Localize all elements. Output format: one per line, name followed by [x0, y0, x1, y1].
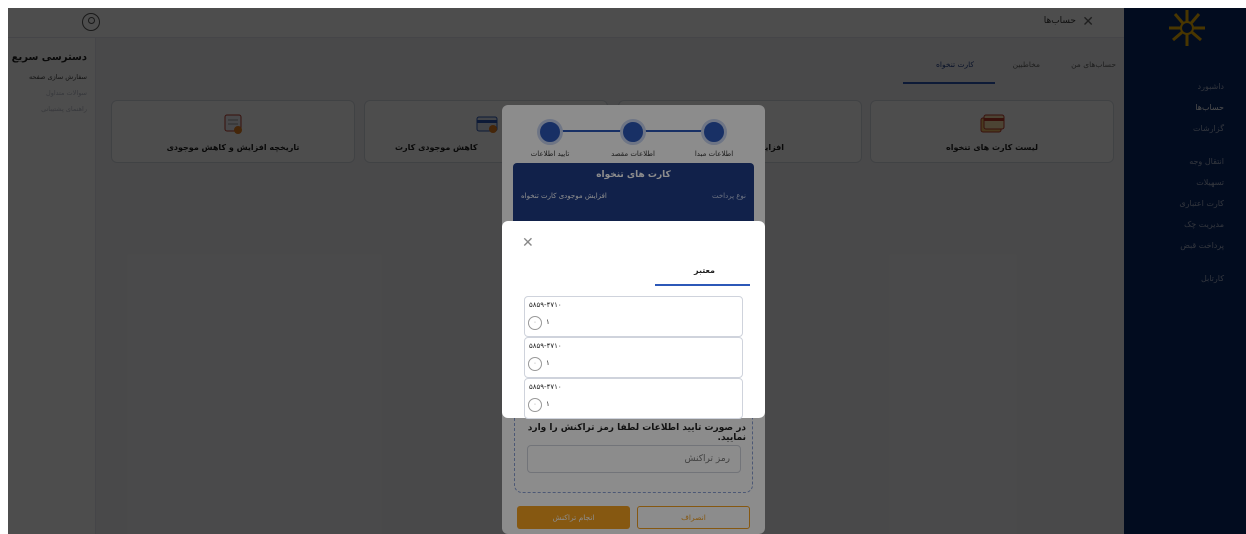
card-number: ۵۸۵۹-۴۷۱۰: [529, 301, 562, 309]
card-value: ۱: [546, 318, 550, 326]
card-select-modal: ✕ معتبر ۵۸۵۹-۴۷۱۰ ◦ ۱ ۵۸۵۹-۴۷۱۰ ◦ ۱ ۵۸۵۹…: [502, 221, 765, 419]
card-circle-icon: ◦: [528, 398, 542, 412]
card-value: ۱: [546, 400, 550, 408]
card-circle-icon: ◦: [528, 316, 542, 330]
card-list: ۵۸۵۹-۴۷۱۰ ◦ ۱ ۵۸۵۹-۴۷۱۰ ◦ ۱ ۵۸۵۹-۴۷۱۰ ◦ …: [524, 296, 743, 419]
card-number: ۵۸۵۹-۴۷۱۰: [529, 342, 562, 350]
tab-valid[interactable]: معتبر: [694, 266, 715, 275]
card-value: ۱: [546, 359, 550, 367]
close-icon[interactable]: ✕: [522, 235, 534, 251]
list-item[interactable]: ۵۸۵۹-۴۷۱۰ ◦ ۱: [524, 296, 743, 337]
card-circle-icon: ◦: [528, 357, 542, 371]
active-tab-indicator: [655, 284, 750, 286]
card-number: ۵۸۵۹-۴۷۱۰: [529, 383, 562, 391]
app-window: ✕ حساب‌ها دسترسی سریع سفارش سازی صفحه سو…: [8, 8, 1246, 534]
list-item[interactable]: ۵۸۵۹-۴۷۱۰ ◦ ۱: [524, 378, 743, 419]
list-item[interactable]: ۵۸۵۹-۴۷۱۰ ◦ ۱: [524, 337, 743, 378]
